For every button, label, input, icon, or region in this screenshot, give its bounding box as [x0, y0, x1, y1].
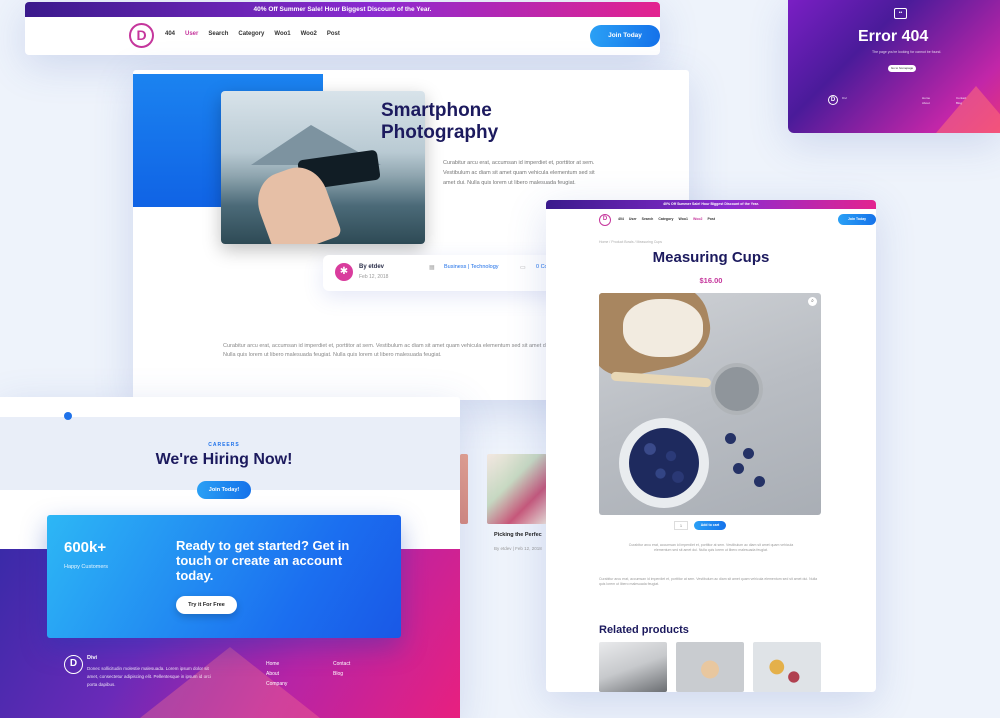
add-to-cart-button[interactable]: Add to cart [694, 521, 726, 530]
footer-brand: Divi [842, 96, 847, 100]
post-category[interactable]: Business | Technology [444, 264, 499, 270]
footer-links-2: Contact Blog [956, 96, 966, 106]
footer-text: Donec sollicitudin molestie malesuada. L… [87, 666, 211, 687]
blueberry-shape [743, 448, 754, 459]
promo-bar: 40% Off Summer Sale! Hour Biggest Discou… [546, 200, 876, 209]
quantity-input[interactable]: 1 [674, 521, 688, 530]
footer-link-contact[interactable]: Contact [333, 659, 350, 669]
flour-shape [623, 299, 703, 357]
blueberry-shape [733, 463, 744, 474]
product-short-description: Curabitur arcu erat, accumsan id imperdi… [628, 543, 794, 552]
nav-item-category[interactable]: Category [658, 217, 673, 221]
error-404-page: •• Error 404 The page you're looking for… [788, 0, 1000, 133]
main-nav: 404 User Search Category Woo1 Woo2 Post [165, 31, 340, 37]
footer-links-2: Contact Blog [333, 659, 350, 679]
footer-logo: D [64, 655, 83, 674]
nav-item-category[interactable]: Category [238, 31, 264, 37]
promo-bar: 40% Off Summer Sale! Hour Biggest Discou… [25, 2, 660, 17]
post-title: Smartphone Photography [381, 100, 499, 143]
join-today-button[interactable]: Join Today [590, 25, 660, 47]
footer-link-company[interactable]: Company [266, 679, 287, 689]
related-post-thumb[interactable] [460, 454, 468, 524]
robot-icon: •• [894, 8, 907, 19]
join-today-button[interactable]: Join Today [838, 214, 876, 225]
nav-item-post[interactable]: Post [327, 31, 340, 37]
careers-title: We're Hiring Now! [155, 451, 293, 468]
stat-label: Happy Customers [64, 564, 109, 570]
related-product-thumb[interactable] [753, 642, 821, 692]
post-author[interactable]: By etdev [359, 264, 384, 270]
product-price: $16.00 [699, 276, 723, 285]
product-title: Measuring Cups [652, 249, 770, 266]
folder-icon: ▦ [429, 265, 435, 271]
footer-link-home[interactable]: Home [266, 659, 287, 669]
related-product-thumb[interactable] [599, 642, 667, 692]
footer-links: Home About [922, 96, 930, 106]
post-body: Curabitur arcu erat, accumsan id imperdi… [223, 343, 552, 358]
nav-item-user[interactable]: User [185, 31, 198, 37]
blueberries-shape [629, 428, 699, 498]
nav-item-woo1[interactable]: Woo1 [274, 31, 290, 37]
cta-box: 600k+ Happy Customers Ready to get start… [47, 515, 401, 638]
nav-item-woo2[interactable]: Woo2 [693, 217, 702, 221]
footer-link-blog[interactable]: Blog [956, 101, 966, 106]
cta-heading: Ready to get started? Get in touch or cr… [176, 538, 350, 583]
related-post-meta: By etdev | Feb 12, 2018 [494, 546, 542, 551]
breadcrumb[interactable]: Home / Product Bowls / Measuring Cups [599, 240, 662, 244]
careers-page: CAREERS We're Hiring Now! Join Today! 60… [0, 397, 460, 718]
join-today-button[interactable]: Join Today! [197, 481, 251, 499]
nav-item-search[interactable]: Search [208, 31, 228, 37]
sieve-handle-shape [610, 371, 712, 388]
stat-value: 600k+ [64, 539, 107, 556]
blueberry-shape [725, 433, 736, 444]
related-product-thumb[interactable] [676, 642, 744, 692]
decorative-dot [64, 412, 72, 420]
error-title: Error 404 [858, 28, 929, 45]
footer-link-about[interactable]: About [266, 669, 287, 679]
footer-logo: D [828, 95, 838, 105]
footer-brand: Divi [87, 655, 98, 661]
product-image[interactable]: ⌕ [599, 293, 821, 515]
sieve-shape [711, 363, 763, 415]
magnifier-icon[interactable]: ⌕ [808, 297, 817, 306]
post-intro: Curabitur arcu erat, accumsan id imperdi… [443, 160, 595, 186]
nav-item-404[interactable]: 404 [618, 217, 624, 221]
comment-icon: ▭ [520, 265, 526, 271]
site-header: 40% Off Summer Sale! Hour Biggest Discou… [25, 2, 660, 55]
blueberry-shape [754, 476, 765, 487]
site-logo[interactable]: D [599, 214, 611, 226]
careers-eyebrow: CAREERS [208, 442, 240, 448]
footer-link-about[interactable]: About [922, 101, 930, 106]
go-home-button[interactable]: Go to homepage [888, 65, 916, 72]
product-description: Curabitur arcu erat, accumsan id imperdi… [599, 577, 818, 586]
main-nav: 404 User Search Category Woo1 Woo2 Post [618, 217, 715, 221]
footer-links: Home About Company [266, 659, 287, 689]
nav-item-404[interactable]: 404 [165, 31, 175, 37]
nav-item-search[interactable]: Search [642, 217, 654, 221]
nav-item-user[interactable]: User [629, 217, 637, 221]
try-free-button[interactable]: Try it For Free [176, 596, 237, 614]
nav-item-woo1[interactable]: Woo1 [679, 217, 688, 221]
decorative-triangle [936, 86, 1000, 133]
related-products-heading: Related products [599, 624, 689, 636]
post-date: Feb 12, 2018 [359, 274, 389, 280]
nav-item-woo2[interactable]: Woo2 [301, 31, 317, 37]
site-logo[interactable]: D [129, 23, 154, 48]
footer-link-blog[interactable]: Blog [333, 669, 350, 679]
related-post-thumb[interactable] [487, 454, 547, 524]
author-avatar: ✱ [335, 263, 353, 281]
nav-item-post[interactable]: Post [707, 217, 715, 221]
error-subtitle: The page you're looking for cannot be fo… [872, 50, 942, 54]
product-page: 40% Off Summer Sale! Hour Biggest Discou… [546, 200, 876, 692]
related-post-title[interactable]: Picking the Perfec [494, 532, 542, 538]
